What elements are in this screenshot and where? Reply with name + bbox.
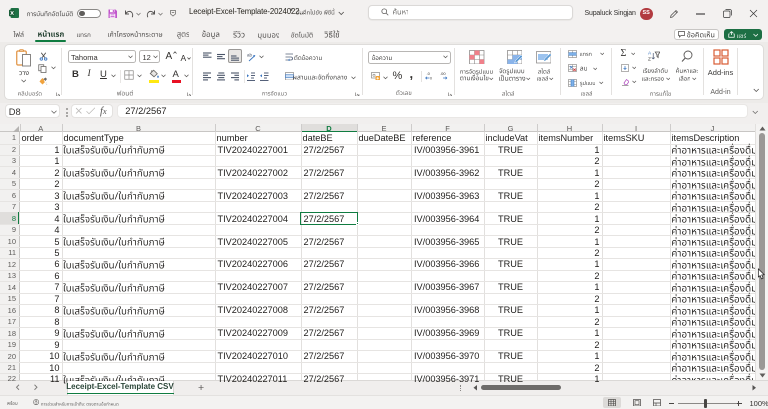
svg-text:Z: Z bbox=[648, 56, 651, 62]
svg-text:ab: ab bbox=[247, 52, 253, 57]
svg-text:0: 0 bbox=[430, 77, 432, 81]
svg-text:.0: .0 bbox=[426, 71, 430, 76]
svg-text:A: A bbox=[648, 50, 652, 56]
svg-text:.00: .00 bbox=[440, 71, 446, 76]
